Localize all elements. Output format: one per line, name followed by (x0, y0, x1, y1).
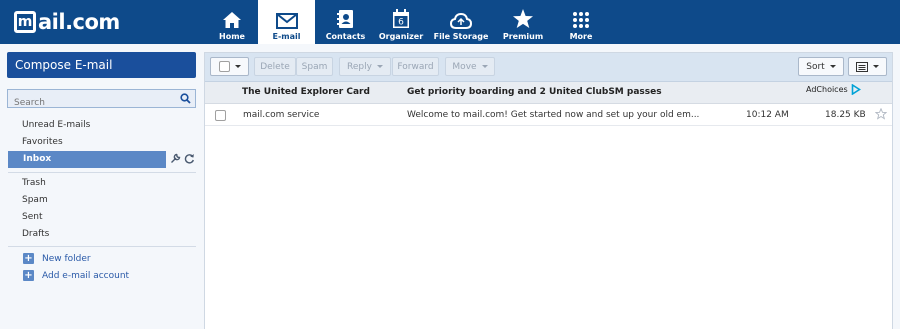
ad-text: Get priority boarding and 2 United ClubS… (407, 87, 662, 97)
select-all-dropdown[interactable] (210, 57, 249, 76)
nav-organizer[interactable]: 6 Organizer (376, 0, 426, 44)
add-email-account-label: Add e-mail account (42, 270, 130, 281)
list-view-icon (856, 61, 868, 72)
nav-premium-label: Premium (502, 32, 544, 41)
message-sender: mail.com service (243, 110, 320, 120)
mail-list-panel: Delete Spam Reply Forward Move Sort The … (204, 52, 893, 329)
grid-icon (573, 12, 589, 28)
move-label: Move (452, 61, 477, 72)
delete-button[interactable]: Delete (254, 57, 296, 76)
plus-icon: + (23, 270, 34, 281)
nav-file-storage-label: File Storage (433, 32, 489, 41)
compose-email-button[interactable]: Compose E-mail (7, 52, 196, 78)
adchoices-label: AdChoices (806, 85, 848, 94)
adchoices-icon (851, 84, 861, 95)
calendar-icon: 6 (393, 9, 409, 28)
adchoices-link[interactable]: AdChoices (806, 84, 861, 95)
chevron-down-icon (376, 65, 383, 68)
nav-home[interactable]: Home (206, 0, 258, 44)
plus-icon: + (23, 253, 34, 264)
top-navigation-bar: m ail.com Home E-mail Contacts 6 Organiz… (0, 0, 900, 44)
mail-com-logo[interactable]: m ail.com (14, 8, 120, 36)
message-row[interactable]: mail.com service Welcome to mail.com! Ge… (205, 105, 892, 126)
view-options-button[interactable] (848, 57, 887, 76)
folder-favorites[interactable]: Favorites (22, 137, 63, 147)
message-checkbox[interactable] (215, 110, 226, 121)
folder-trash[interactable]: Trash (22, 178, 46, 188)
logo-mark: m (14, 11, 36, 33)
sidebar-divider (8, 172, 196, 173)
search-input[interactable] (8, 94, 168, 112)
message-size: 18.25 KB (825, 110, 866, 120)
nav-organizer-label: Organizer (378, 32, 424, 41)
mail-toolbar: Delete Spam Reply Forward Move Sort (205, 53, 892, 82)
nav-email[interactable]: E-mail (258, 0, 315, 44)
refresh-icon[interactable] (184, 153, 195, 164)
reply-label: Reply (347, 61, 372, 72)
reply-button[interactable]: Reply (339, 57, 391, 76)
sort-label: Sort (806, 61, 825, 72)
folder-spam[interactable]: Spam (22, 195, 48, 205)
cloud-icon (450, 13, 472, 29)
nav-more[interactable]: More (550, 0, 612, 44)
envelope-icon (275, 13, 298, 29)
nav-file-storage[interactable]: File Storage (426, 0, 496, 44)
message-subject: Welcome to mail.com! Get started now and… (407, 110, 700, 120)
calendar-day: 6 (398, 18, 404, 28)
spam-button[interactable]: Spam (296, 57, 333, 76)
folder-inbox[interactable]: Inbox (8, 151, 166, 168)
folder-sent[interactable]: Sent (22, 212, 42, 222)
nav-contacts-label: Contacts (325, 32, 366, 41)
chevron-down-icon (873, 65, 879, 68)
logo-text: ail.com (38, 10, 120, 34)
sidebar-divider (8, 246, 196, 247)
add-email-account-link[interactable]: + Add e-mail account (23, 270, 129, 281)
nav-home-label: Home (219, 32, 245, 41)
select-all-checkbox[interactable] (218, 61, 230, 72)
address-book-icon (336, 10, 353, 28)
wrench-icon[interactable] (170, 153, 181, 164)
star-icon (513, 9, 533, 28)
folder-unread-emails[interactable]: Unread E-mails (22, 120, 90, 130)
search-icon[interactable] (180, 93, 191, 104)
folder-drafts[interactable]: Drafts (22, 229, 49, 239)
home-icon (223, 12, 241, 28)
new-folder-link[interactable]: + New folder (23, 253, 91, 264)
nav-email-label: E-mail (272, 32, 301, 41)
forward-button[interactable]: Forward (392, 57, 439, 76)
sort-button[interactable]: Sort (798, 57, 844, 76)
chevron-down-icon (234, 65, 241, 68)
chevron-down-icon (481, 65, 488, 68)
new-folder-label: New folder (42, 253, 91, 264)
sidebar: Compose E-mail Unread E-mails Favorites … (0, 44, 204, 329)
sponsored-ad-row[interactable]: The United Explorer Card Get priority bo… (205, 82, 892, 104)
nav-contacts[interactable]: Contacts (315, 0, 376, 44)
nav-premium[interactable]: Premium (496, 0, 550, 44)
ad-title: The United Explorer Card (242, 87, 370, 97)
message-time: 10:12 AM (746, 110, 789, 120)
main-nav: Home E-mail Contacts 6 Organizer File St… (206, 0, 612, 44)
search-box (7, 89, 196, 112)
nav-more-label: More (569, 32, 593, 41)
move-button[interactable]: Move (445, 57, 495, 76)
chevron-down-icon (829, 65, 836, 68)
favorite-star-icon[interactable] (875, 108, 887, 120)
